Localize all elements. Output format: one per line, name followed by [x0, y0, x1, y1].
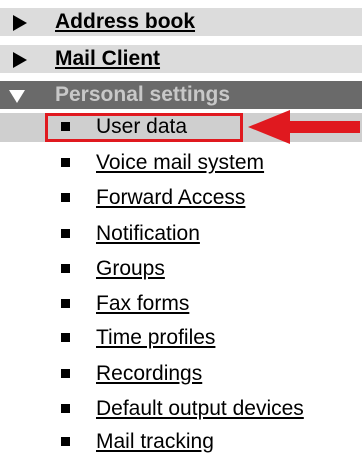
submenu-item-mail-tracking[interactable]: Mail tracking	[0, 426, 362, 459]
bullet-icon	[61, 437, 70, 446]
submenu-item-forward-access[interactable]: Forward Access	[0, 182, 362, 215]
submenu-item-label[interactable]: Time profiles	[96, 326, 215, 350]
expand-triangle-icon[interactable]	[13, 52, 27, 68]
bullet-icon	[61, 158, 70, 167]
submenu-item-default-output-devices[interactable]: Default output devices	[0, 393, 362, 426]
bullet-icon	[61, 193, 70, 202]
bullet-icon	[61, 229, 70, 238]
expand-triangle-icon[interactable]	[13, 15, 27, 31]
submenu-item-label[interactable]: Voice mail system	[96, 151, 264, 175]
submenu-item-label[interactable]: Forward Access	[96, 186, 245, 210]
bullet-icon	[61, 264, 70, 273]
submenu-item-label[interactable]: Default output devices	[96, 397, 304, 421]
submenu-item-time-profiles[interactable]: Time profiles	[0, 322, 362, 355]
submenu-item-label[interactable]: Notification	[96, 222, 200, 246]
menu-section-label[interactable]: Address book	[55, 9, 195, 35]
submenu-item-recordings[interactable]: Recordings	[0, 358, 362, 391]
highlight-box	[45, 113, 243, 142]
submenu-item-label[interactable]: Mail tracking	[96, 430, 214, 454]
submenu-item-fax-forms[interactable]: Fax forms	[0, 288, 362, 321]
menu-section-address-book[interactable]: Address book	[0, 8, 362, 37]
bullet-icon	[61, 369, 70, 378]
submenu-item-label[interactable]: Groups	[96, 257, 165, 281]
bullet-icon	[61, 404, 70, 413]
red-arrow-icon	[248, 110, 360, 144]
menu-section-label[interactable]: Mail Client	[55, 46, 160, 72]
menu-section-label[interactable]: Personal settings	[55, 82, 230, 108]
submenu-item-notification[interactable]: Notification	[0, 218, 362, 251]
submenu-item-label[interactable]: Recordings	[96, 362, 202, 386]
submenu-item-label[interactable]: Fax forms	[96, 292, 189, 316]
collapse-triangle-icon[interactable]	[9, 90, 25, 103]
bullet-icon	[61, 333, 70, 342]
bullet-icon	[61, 299, 70, 308]
menu-section-personal-settings[interactable]: Personal settings	[0, 81, 362, 110]
submenu-item-groups[interactable]: Groups	[0, 253, 362, 286]
menu-section-mail-client[interactable]: Mail Client	[0, 45, 362, 74]
submenu-item-voice-mail-system[interactable]: Voice mail system	[0, 147, 362, 180]
